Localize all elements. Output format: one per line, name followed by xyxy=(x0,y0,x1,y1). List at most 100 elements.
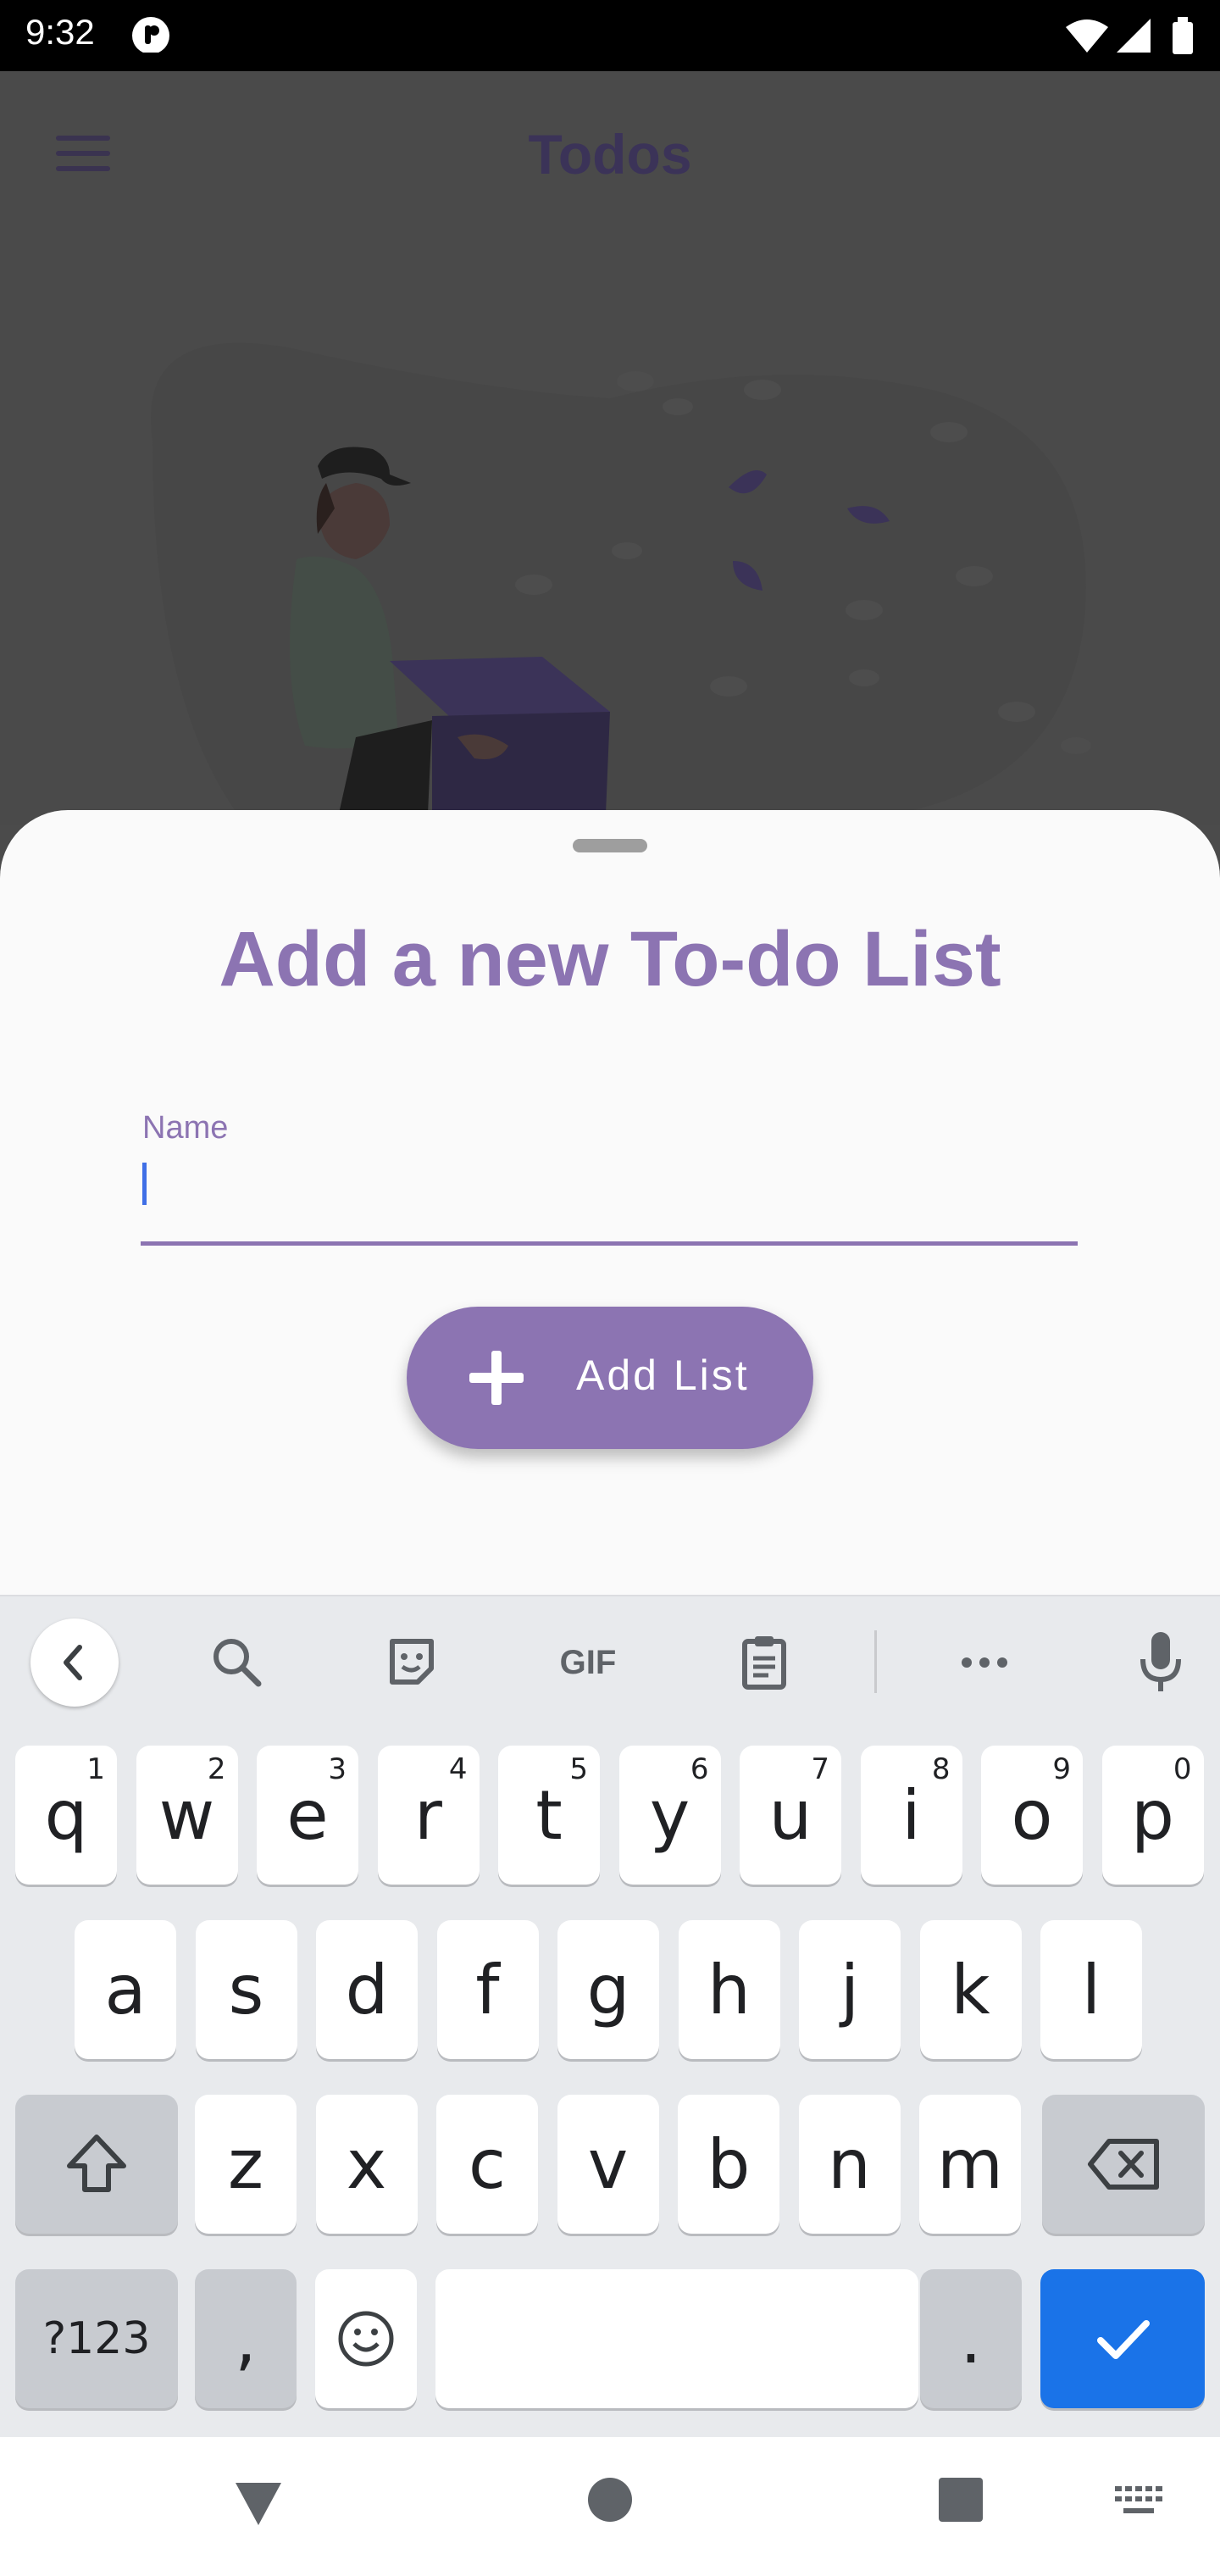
key-h[interactable]: h xyxy=(678,1920,780,2059)
key-hint: 2 xyxy=(207,1752,226,1786)
comma-key[interactable]: , xyxy=(195,2269,297,2408)
key-label: s xyxy=(228,1950,264,2029)
key-d[interactable]: d xyxy=(316,1920,418,2059)
status-time: 9:32 xyxy=(25,12,95,52)
key-label: m xyxy=(937,2124,1003,2204)
add-list-button[interactable]: Add List xyxy=(407,1307,813,1449)
key-label: r xyxy=(414,1775,442,1855)
back-nav-icon[interactable] xyxy=(229,2474,288,2534)
shift-icon xyxy=(67,2135,126,2192)
key-label: p xyxy=(1131,1775,1174,1855)
chevron-left-icon xyxy=(64,1645,82,1680)
key-y[interactable]: y6 xyxy=(618,1746,721,1885)
key-label: w xyxy=(158,1775,215,1855)
key-label: d xyxy=(345,1950,389,2029)
key-label: v xyxy=(587,2124,629,2204)
key-label: a xyxy=(104,1950,147,2029)
key-label: i xyxy=(901,1775,921,1855)
key-b[interactable]: b xyxy=(678,2095,779,2234)
microphone-icon xyxy=(1140,1632,1181,1691)
keyboard-clipboard-button[interactable] xyxy=(722,1627,807,1698)
backspace-key[interactable] xyxy=(1042,2095,1205,2234)
key-a[interactable]: a xyxy=(75,1920,176,2059)
home-nav-icon[interactable] xyxy=(585,2474,635,2525)
key-label: z xyxy=(228,2124,263,2204)
app-notification-icon xyxy=(132,17,169,53)
key-f[interactable]: f xyxy=(436,1920,539,2059)
key-label: x xyxy=(346,2124,387,2204)
space-key[interactable] xyxy=(435,2269,918,2408)
key-label: f xyxy=(475,1950,500,2029)
keyboard-voice-button[interactable] xyxy=(1118,1627,1203,1698)
cell-signal-icon xyxy=(1117,19,1151,53)
key-hint: 0 xyxy=(1173,1752,1192,1786)
shift-key[interactable] xyxy=(15,2095,178,2234)
key-label: j xyxy=(840,1950,860,2029)
key-label: g xyxy=(586,1950,630,2029)
key-hint: 9 xyxy=(1052,1752,1071,1786)
key-j[interactable]: j xyxy=(799,1920,901,2059)
plus-icon xyxy=(469,1351,524,1405)
key-label: n xyxy=(828,2124,871,2204)
toolbar-divider xyxy=(874,1630,877,1693)
key-label: c xyxy=(469,2124,506,2204)
key-t[interactable]: t5 xyxy=(498,1746,600,1885)
period-key[interactable]: . xyxy=(920,2269,1022,2408)
keyboard-gif-button[interactable]: GIF xyxy=(546,1627,630,1698)
key-z[interactable]: z xyxy=(195,2095,297,2234)
key-hint: 7 xyxy=(811,1752,829,1786)
key-r[interactable]: r4 xyxy=(377,1746,480,1885)
keyboard-sticker-button[interactable] xyxy=(369,1627,454,1698)
empty-state-illustration xyxy=(151,342,1091,813)
key-hint: 1 xyxy=(86,1752,105,1786)
gif-label: GIF xyxy=(559,1643,617,1681)
clipboard-icon xyxy=(742,1636,786,1690)
sheet-drag-handle[interactable] xyxy=(573,839,647,852)
text-cursor xyxy=(142,1163,147,1205)
key-v[interactable]: v xyxy=(557,2095,659,2234)
key-c[interactable]: c xyxy=(436,2095,538,2234)
keyboard-switch-icon[interactable] xyxy=(1113,2484,1164,2518)
battery-icon xyxy=(1173,17,1193,54)
key-i[interactable]: i8 xyxy=(860,1746,962,1885)
key-label: b xyxy=(707,2124,751,2204)
recents-nav-icon[interactable] xyxy=(935,2474,986,2525)
search-icon xyxy=(214,1639,262,1687)
sticker-icon xyxy=(390,1639,434,1685)
key-hint: 3 xyxy=(328,1752,347,1786)
checkmark-icon xyxy=(1097,2320,1150,2359)
keyboard-search-button[interactable] xyxy=(195,1627,280,1698)
key-l[interactable]: l xyxy=(1040,1920,1142,2059)
key-g[interactable]: g xyxy=(557,1920,659,2059)
name-input[interactable] xyxy=(141,1152,1078,1246)
sheet-title: Add a new To-do List xyxy=(219,916,1001,1002)
key-label: q xyxy=(44,1775,88,1855)
key-m[interactable]: m xyxy=(919,2095,1021,2234)
emoji-key[interactable] xyxy=(315,2269,417,2408)
key-o[interactable]: o9 xyxy=(981,1746,1083,1885)
key-s[interactable]: s xyxy=(195,1920,297,2059)
enter-key[interactable] xyxy=(1040,2269,1205,2408)
name-field-label: Name xyxy=(142,1110,229,1146)
key-hint: 4 xyxy=(448,1752,468,1786)
key-label: o xyxy=(1011,1775,1053,1855)
key-q[interactable]: q1 xyxy=(15,1746,117,1885)
wifi-icon xyxy=(1066,19,1108,53)
symbols-key[interactable]: ?123 xyxy=(15,2269,178,2408)
key-x[interactable]: x xyxy=(315,2095,418,2234)
more-horizontal-icon xyxy=(962,1657,1007,1668)
add-list-label: Add List xyxy=(576,1352,750,1399)
key-e[interactable]: e3 xyxy=(257,1746,358,1885)
app-title: Todos xyxy=(528,123,692,186)
key-n[interactable]: n xyxy=(798,2095,901,2234)
key-label: h xyxy=(707,1950,751,2029)
key-k[interactable]: k xyxy=(919,1920,1022,2059)
key-w[interactable]: w2 xyxy=(136,1746,238,1885)
key-p[interactable]: p0 xyxy=(1101,1746,1204,1885)
keyboard-more-button[interactable] xyxy=(942,1627,1027,1698)
status-bar xyxy=(0,0,1220,71)
key-u[interactable]: u7 xyxy=(740,1746,841,1885)
keyboard-collapse-button[interactable] xyxy=(30,1618,119,1707)
key-hint: 6 xyxy=(690,1752,709,1786)
key-label: y xyxy=(649,1775,690,1855)
